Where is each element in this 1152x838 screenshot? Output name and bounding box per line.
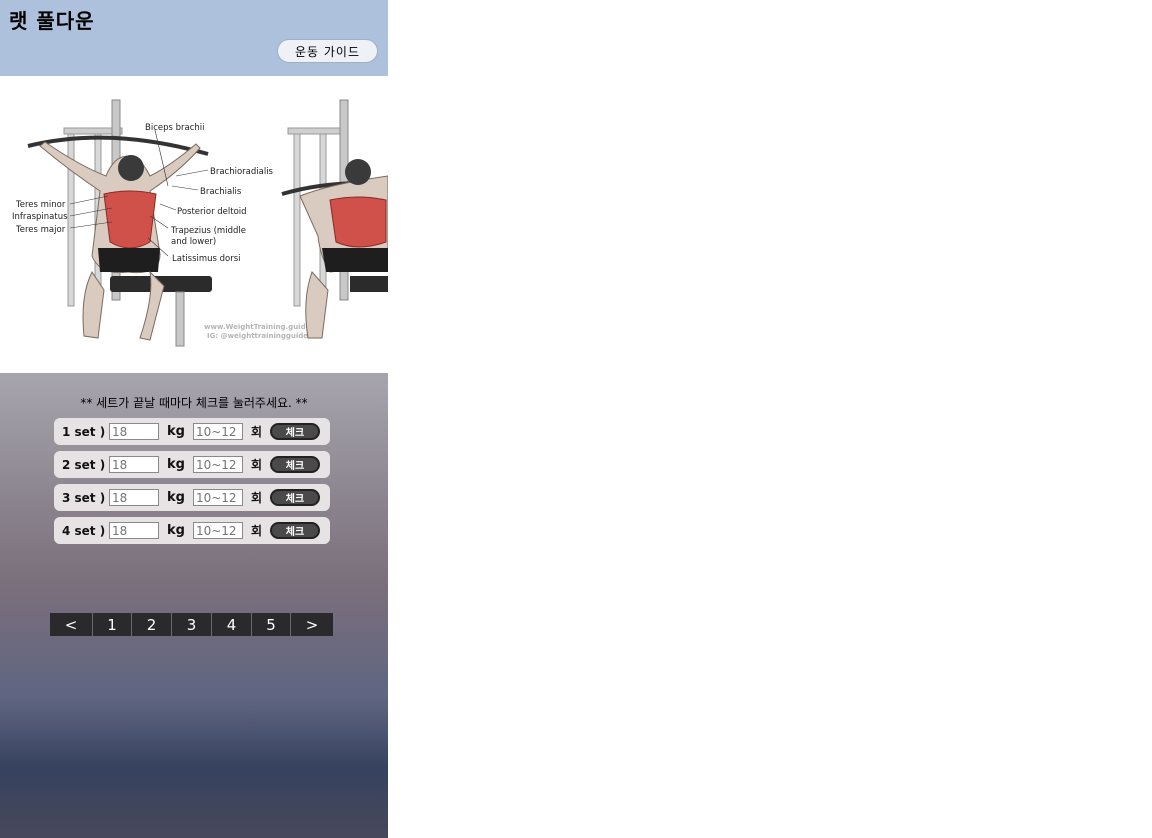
pagination-page-4[interactable]: 4 [212,613,252,636]
weight-input[interactable] [109,522,159,539]
label-infraspinatus: Infraspinatus [12,212,68,222]
weight-input[interactable] [109,489,159,506]
label-brachioradialis: Brachioradialis [210,167,274,177]
athlete-right [281,99,388,339]
header: 랫 풀다운 운동 가이드 [0,0,388,76]
svg-text:www.WeightTraining.guide: www.WeightTraining.guide [204,323,311,331]
set-row-1: 1 set ) kg 회 체크 [54,418,330,445]
reps-unit: 회 [250,524,262,538]
weight-unit: kg [167,490,185,505]
label-trapezius-2: and lower) [171,237,216,247]
watermark: www.WeightTraining.guide IG: @weighttrai… [204,323,311,340]
reps-unit: 회 [250,458,262,472]
set-label: 2 set ) [62,457,106,472]
page-title: 랫 풀다운 [9,9,95,33]
label-teres-minor: Teres minor [15,200,66,210]
reps-input[interactable] [192,489,243,506]
weight-unit: kg [167,457,185,472]
reps-input[interactable] [192,423,243,440]
set-label: 1 set ) [62,424,106,439]
pagination-prev[interactable]: < [50,613,93,636]
reps-input[interactable] [192,456,243,473]
set-label: 3 set ) [62,490,106,505]
pagination: < 1 2 3 4 5 > [50,613,333,636]
pagination-page-2[interactable]: 2 [132,613,172,636]
pagination-next[interactable]: > [291,613,333,636]
set-label: 4 set ) [62,523,106,538]
svg-text:IG: @weighttrainingguide: IG: @weighttrainingguide [207,332,308,340]
check-button[interactable]: 체크 [270,423,320,440]
weight-unit: kg [167,523,185,538]
weight-unit: kg [167,424,185,439]
reps-unit: 회 [250,425,262,439]
check-button[interactable]: 체크 [270,522,320,539]
set-row-2: 2 set ) kg 회 체크 [54,451,330,478]
label-biceps: Biceps brachii [145,123,205,133]
check-button[interactable]: 체크 [270,489,320,506]
reps-unit: 회 [250,491,262,505]
pagination-page-5[interactable]: 5 [252,613,291,636]
set-row-3: 3 set ) kg 회 체크 [54,484,330,511]
check-button[interactable]: 체크 [270,456,320,473]
workout-panel: ** 세트가 끝날 때마다 체크를 눌러주세요. ** 1 set ) kg 회… [0,373,388,838]
label-brachialis: Brachialis [200,187,242,197]
pagination-page-3[interactable]: 3 [172,613,212,636]
label-trapezius: Trapezius (middle [170,226,246,236]
reps-input[interactable] [192,522,243,539]
exercise-illustration: Biceps brachii Brachioradialis Brachiali… [0,76,388,373]
exercise-guide-button[interactable]: 운동 가이드 [277,39,378,63]
app-viewport: 랫 풀다운 운동 가이드 Biceps brachii Brachioradia… [0,0,388,838]
pagination-page-1[interactable]: 1 [93,613,132,636]
lat-pulldown-diagram: Biceps brachii Brachioradialis Brachiali… [12,99,388,347]
label-teres-major: Teres major [15,225,66,235]
label-posterior-deltoid: Posterior deltoid [177,207,247,217]
weight-input[interactable] [109,456,159,473]
label-latissimus: Latissimus dorsi [172,254,241,264]
set-instruction: ** 세트가 끝날 때마다 체크를 눌러주세요. ** [80,396,308,410]
weight-input[interactable] [109,423,159,440]
set-row-4: 4 set ) kg 회 체크 [54,517,330,544]
